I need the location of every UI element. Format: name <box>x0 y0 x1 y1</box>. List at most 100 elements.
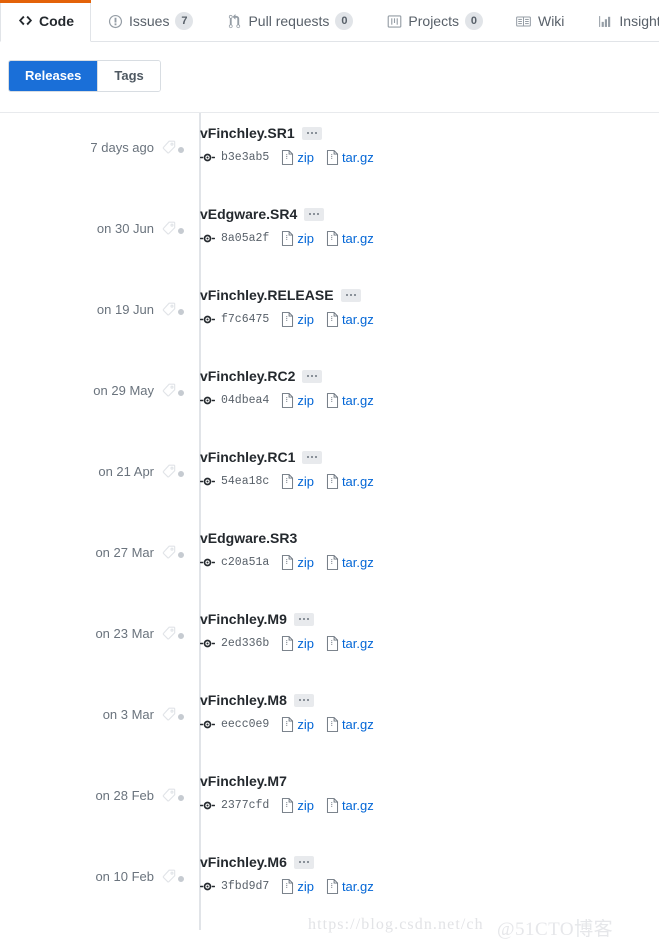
release-name-link[interactable]: vFinchley.M8 <box>200 690 287 710</box>
timeline-dot <box>176 793 186 803</box>
release-more-options-button[interactable] <box>293 855 314 869</box>
release-date: on 10 Feb <box>95 868 154 884</box>
commit-sha-link[interactable]: 2377cfd <box>221 799 269 812</box>
release-date: on 30 Jun <box>96 220 154 236</box>
nav-tab-insights[interactable]: Insights <box>581 0 659 42</box>
download-targz-label: tar.gz <box>341 635 374 651</box>
file-icon <box>281 149 294 165</box>
tag-icon <box>162 302 176 316</box>
tag-icon <box>162 221 176 235</box>
download-zip-link[interactable]: zip <box>281 798 314 813</box>
download-zip-link[interactable]: zip <box>281 474 314 489</box>
nav-tab-projects[interactable]: Projects 0 <box>370 0 500 42</box>
release-more-options-button[interactable] <box>293 693 314 707</box>
release-name-link[interactable]: vFinchley.RC1 <box>200 447 295 467</box>
download-zip-link[interactable]: zip <box>281 393 314 408</box>
commit-sha-link[interactable]: 8a05a2f <box>221 232 269 245</box>
download-targz-label: tar.gz <box>341 311 374 327</box>
download-targz-label: tar.gz <box>341 230 374 246</box>
release-more-options-button[interactable] <box>340 288 361 302</box>
download-targz-link[interactable]: tar.gz <box>326 717 374 732</box>
download-zip-link[interactable]: zip <box>281 555 314 570</box>
download-zip-link[interactable]: zip <box>281 150 314 165</box>
tags-tab-button[interactable]: Tags <box>97 61 160 91</box>
commit-icon <box>200 474 215 489</box>
commit-sha-link[interactable]: 54ea18c <box>221 475 269 488</box>
release-more-options-button[interactable] <box>293 612 314 626</box>
commit-sha-link[interactable]: 2ed336b <box>221 637 269 650</box>
nav-tab-counter: 7 <box>175 12 194 30</box>
nav-tab-label: Issues <box>129 13 170 29</box>
release-info-column: vFinchley.M8 eecc0e9 zip tar.gz <box>200 680 659 733</box>
timeline-dot <box>176 145 186 155</box>
release-more-options-button[interactable] <box>302 450 323 464</box>
nav-tab-label: Code <box>39 12 74 29</box>
release-meta-line: 8a05a2f zip tar.gz <box>200 229 659 247</box>
releases-tags-subnav: Releases Tags <box>0 42 659 92</box>
timeline-dot-column <box>176 761 200 842</box>
download-targz-link[interactable]: tar.gz <box>326 231 374 246</box>
download-zip-label: zip <box>297 554 314 570</box>
download-zip-link[interactable]: zip <box>281 636 314 651</box>
download-targz-link[interactable]: tar.gz <box>326 636 374 651</box>
download-zip-link[interactable]: zip <box>281 717 314 732</box>
release-name-link[interactable]: vFinchley.M7 <box>200 771 287 791</box>
issue-opened-icon <box>107 13 123 29</box>
release-name-link[interactable]: vFinchley.M6 <box>200 852 287 872</box>
download-targz-link[interactable]: tar.gz <box>326 474 374 489</box>
release-meta-line: 54ea18c zip tar.gz <box>200 472 659 490</box>
commit-sha-link[interactable]: 04dbea4 <box>221 394 269 407</box>
commit-icon <box>200 555 215 570</box>
release-date: on 3 Mar <box>102 706 154 722</box>
commit-sha-link[interactable]: eecc0e9 <box>221 718 269 731</box>
commit-sha-link[interactable]: b3e3ab5 <box>221 151 269 164</box>
release-info-column: vFinchley.M9 2ed336b zip tar.gz <box>200 599 659 652</box>
download-targz-link[interactable]: tar.gz <box>326 312 374 327</box>
release-name-link[interactable]: vEdgware.SR4 <box>200 204 297 224</box>
download-targz-link[interactable]: tar.gz <box>326 393 374 408</box>
release-row: on 28 Feb vFinchley.M7 2377cfd zip tar.gz <box>0 761 659 842</box>
file-icon <box>281 554 294 570</box>
release-date: on 19 Jun <box>96 301 154 317</box>
nav-tab-label: Wiki <box>537 13 565 29</box>
timeline-dot-column <box>176 842 200 923</box>
releases-tab-button[interactable]: Releases <box>9 61 98 91</box>
release-row: on 27 Mar vEdgware.SR3 c20a51a zip tar.gz <box>0 518 659 599</box>
nav-tab-issues[interactable]: Issues 7 <box>91 0 210 42</box>
download-targz-link[interactable]: tar.gz <box>326 798 374 813</box>
download-targz-link[interactable]: tar.gz <box>326 150 374 165</box>
release-info-column: vFinchley.M6 3fbd9d7 zip tar.gz <box>200 842 659 895</box>
commit-icon <box>200 231 215 246</box>
release-row: on 21 Apr vFinchley.RC1 54ea18c zip tar.gz <box>0 437 659 518</box>
nav-tab-pull-requests[interactable]: Pull requests 0 <box>210 0 370 42</box>
download-zip-link[interactable]: zip <box>281 879 314 894</box>
release-name-link[interactable]: vFinchley.M9 <box>200 609 287 629</box>
release-row: on 29 May vFinchley.RC2 04dbea4 zip tar.gz <box>0 356 659 437</box>
download-zip-link[interactable]: zip <box>281 312 314 327</box>
download-targz-label: tar.gz <box>341 149 374 165</box>
release-row: on 30 Jun vEdgware.SR4 8a05a2f zip tar.gz <box>0 194 659 275</box>
release-name-link[interactable]: vFinchley.RELEASE <box>200 285 334 305</box>
download-targz-link[interactable]: tar.gz <box>326 879 374 894</box>
download-zip-link[interactable]: zip <box>281 231 314 246</box>
nav-tab-wiki[interactable]: Wiki <box>500 0 581 42</box>
commit-sha-link[interactable]: f7c6475 <box>221 313 269 326</box>
commit-icon <box>200 393 215 408</box>
download-targz-link[interactable]: tar.gz <box>326 555 374 570</box>
release-name-link[interactable]: vFinchley.SR1 <box>200 123 295 143</box>
release-more-options-button[interactable] <box>301 126 322 140</box>
file-icon <box>326 554 339 570</box>
release-name-link[interactable]: vFinchley.RC2 <box>200 366 295 386</box>
release-name-link[interactable]: vEdgware.SR3 <box>200 528 297 548</box>
file-icon <box>281 473 294 489</box>
graph-icon <box>597 13 613 29</box>
file-icon <box>326 230 339 246</box>
release-more-options-button[interactable] <box>304 207 325 221</box>
tag-icon <box>162 383 176 397</box>
nav-tab-code[interactable]: Code <box>0 0 91 42</box>
commit-sha-link[interactable]: c20a51a <box>221 556 269 569</box>
commit-sha-link[interactable]: 3fbd9d7 <box>221 880 269 893</box>
release-title-line: vFinchley.SR1 <box>200 123 659 143</box>
release-more-options-button[interactable] <box>302 369 323 383</box>
release-date-column: on 3 Mar <box>0 680 176 724</box>
